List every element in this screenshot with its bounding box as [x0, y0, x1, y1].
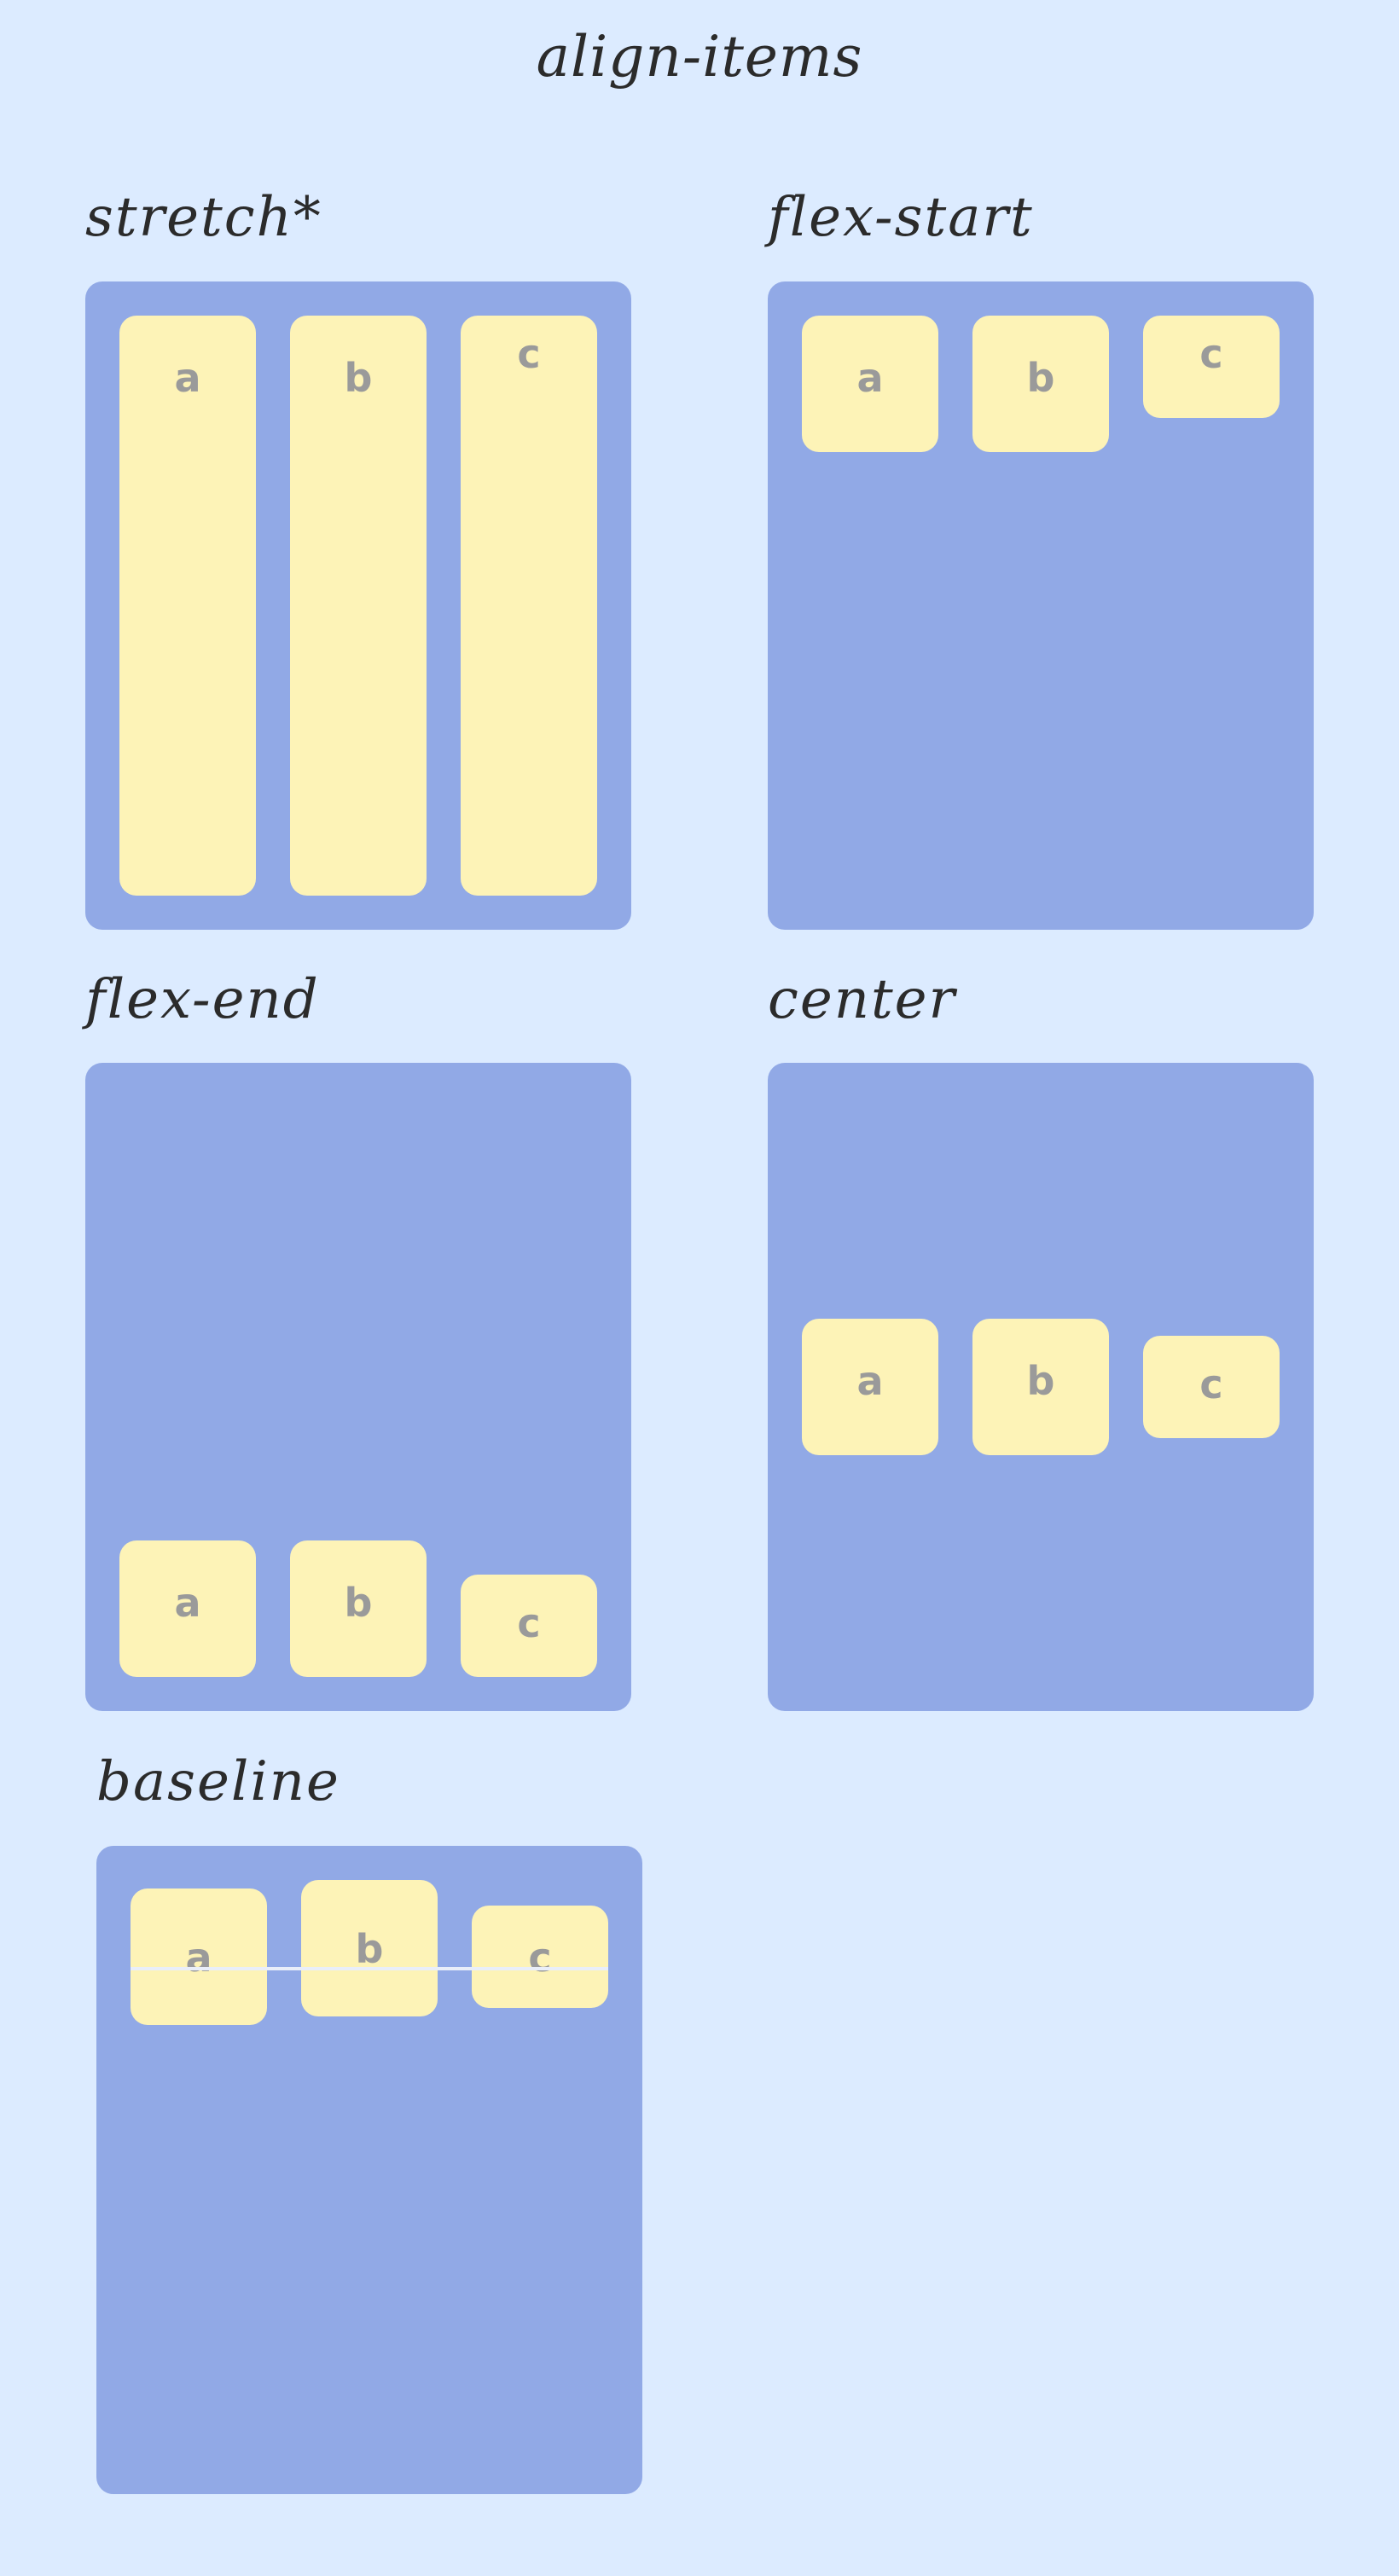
flex-item-c: c	[472, 1906, 608, 2008]
flex-item-b: b	[301, 1880, 438, 2016]
flex-item-a: a	[802, 1319, 938, 1455]
flex-item-c: c	[461, 1575, 597, 1677]
panel-container-flex-end: a b c	[85, 1063, 631, 1711]
panel-label-center: center	[768, 968, 957, 1031]
panel-container-stretch: a b c	[85, 281, 631, 930]
item-letter: b	[1026, 355, 1055, 401]
flex-item-a: a	[119, 316, 256, 896]
baseline-guide-line	[131, 1967, 608, 1970]
item-letter: a	[856, 1358, 884, 1404]
flex-item-b: b	[972, 1319, 1109, 1455]
panel-label-flex-end: flex-end	[85, 968, 320, 1031]
item-letter: c	[528, 1935, 552, 1981]
item-letter: c	[1199, 331, 1223, 377]
flex-item-a: a	[802, 316, 938, 452]
item-letter: b	[344, 355, 373, 401]
panel-container-baseline: a b c	[96, 1846, 642, 2494]
panel-label-stretch: stretch*	[85, 186, 322, 249]
panel-label-baseline: baseline	[96, 1750, 340, 1813]
item-letter: a	[856, 355, 884, 401]
item-letter: a	[174, 355, 201, 401]
flex-item-b: b	[290, 1540, 427, 1677]
page-title: align-items	[536, 24, 863, 90]
panel-container-center: a b c	[768, 1063, 1314, 1711]
panel-container-flex-start: a b c	[768, 281, 1314, 930]
item-letter: a	[185, 1935, 212, 1981]
flex-item-b: b	[290, 316, 427, 896]
flex-item-a: a	[119, 1540, 256, 1677]
flex-item-c: c	[461, 316, 597, 896]
flex-item-a: a	[131, 1888, 267, 2025]
item-letter: b	[1026, 1358, 1055, 1404]
item-letter: c	[517, 331, 541, 377]
item-letter: b	[355, 1926, 384, 1972]
item-letter: b	[344, 1580, 373, 1626]
item-letter: c	[517, 1600, 541, 1646]
panel-label-flex-start: flex-start	[768, 186, 1034, 249]
item-letter: a	[174, 1580, 201, 1626]
diagram-canvas: align-items stretch* a b c flex-start a …	[0, 0, 1399, 2576]
flex-item-c: c	[1143, 1336, 1280, 1438]
flex-item-c: c	[1143, 316, 1280, 418]
flex-item-b: b	[972, 316, 1109, 452]
item-letter: c	[1199, 1361, 1223, 1407]
